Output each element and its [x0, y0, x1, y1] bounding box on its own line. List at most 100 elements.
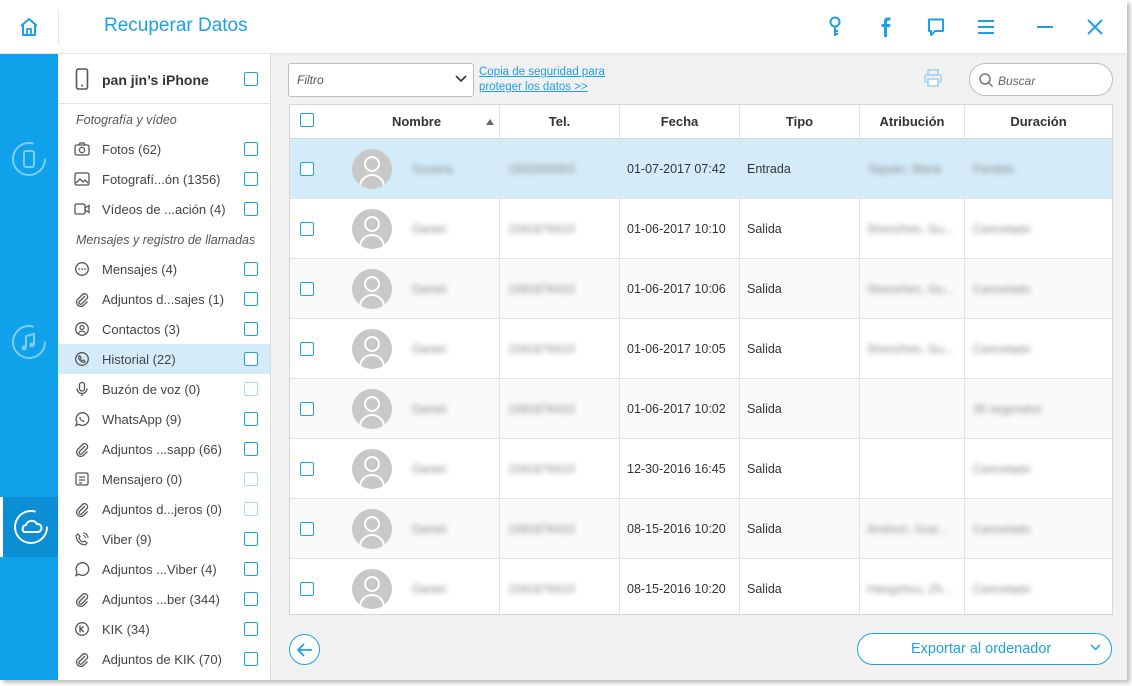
checkbox[interactable]: [244, 262, 258, 276]
column-header-type[interactable]: Tipo: [740, 105, 860, 139]
checkbox[interactable]: [244, 592, 258, 606]
sidebar-item-messenger[interactable]: Mensajero (0): [58, 464, 270, 494]
table-row[interactable]: Daniel 1581876410 01-06-2017 10:06 Salida Sh…: [290, 259, 1112, 319]
row-checkbox[interactable]: [300, 282, 314, 296]
feedback-button[interactable]: [921, 12, 951, 42]
table-row[interactable]: Daniel 1581876410 08-15-2016 10:20 Salida An…: [290, 499, 1112, 559]
sidebar-item-camera-roll[interactable]: Fotografí...ón (1356): [58, 164, 270, 194]
rail-recover-device[interactable]: [0, 129, 58, 189]
checkbox[interactable]: [244, 412, 258, 426]
table-row[interactable]: Daniel 1581876410 01-06-2017 10:02 Salida 30…: [290, 379, 1112, 439]
microphone-icon: [76, 381, 88, 396]
column-label: Atribución: [879, 114, 945, 129]
sidebar-item-photos[interactable]: Fotos (62): [58, 134, 270, 164]
sidebar-item-whatsapp[interactable]: WhatsApp (9): [58, 404, 270, 434]
row-checkbox[interactable]: [300, 462, 314, 476]
backup-link[interactable]: Copia de seguridad para proteger los dat…: [479, 65, 605, 95]
cloud-recover-icon: [13, 510, 48, 544]
facebook-button[interactable]: [870, 12, 900, 42]
sidebar-item-contacts[interactable]: Contactos (3): [58, 314, 270, 344]
checkbox[interactable]: [244, 652, 258, 666]
home-button[interactable]: [0, 0, 58, 54]
table-row[interactable]: Daniel 1581876410 01-06-2017 10:05 Salida Sh…: [290, 319, 1112, 379]
checkbox[interactable]: [244, 322, 258, 336]
checkbox[interactable]: [244, 502, 258, 516]
row-checkbox[interactable]: [300, 522, 314, 536]
menu-button[interactable]: [971, 12, 1001, 42]
row-checkbox[interactable]: [300, 222, 314, 236]
column-header-tel[interactable]: Tel.: [500, 105, 620, 139]
device-checkbox[interactable]: [244, 72, 258, 86]
checkbox[interactable]: [244, 442, 258, 456]
avatar: [352, 509, 392, 549]
row-checkbox[interactable]: [300, 342, 314, 356]
sidebar-item-messages[interactable]: Mensajes (4): [58, 254, 270, 284]
minimize-icon: [1037, 26, 1053, 28]
checkbox[interactable]: [244, 142, 258, 156]
sidebar-item-message-attachments[interactable]: Adjuntos d...sajes (1): [58, 284, 270, 314]
sidebar-item-kik-attachments[interactable]: Adjuntos de KIK (70): [58, 644, 270, 674]
chevron-down-icon: [455, 75, 467, 83]
export-to-computer-button[interactable]: Exportar al ordenador: [857, 633, 1112, 665]
back-button[interactable]: [289, 634, 320, 665]
avatar: [352, 389, 392, 429]
checkbox[interactable]: [244, 382, 258, 396]
column-header-duration[interactable]: Duración: [965, 105, 1112, 139]
search-input[interactable]: Buscar: [969, 63, 1113, 96]
sidebar-item-whatsapp-attachments[interactable]: Adjuntos ...sapp (66): [58, 434, 270, 464]
type-value: Salida: [747, 222, 782, 236]
title-divider: [58, 10, 59, 44]
section-title-messages: Mensajes y registro de llamadas: [76, 233, 256, 247]
sidebar-item-messenger-attachments[interactable]: Adjuntos d...jeros (0): [58, 494, 270, 524]
paperclip-icon: [75, 653, 89, 667]
table-row[interactable]: Susana 1932000003 01-07-2017 07:42 Entrada T…: [290, 139, 1112, 199]
sidebar-item-kik[interactable]: KIK (34): [58, 614, 270, 644]
table-row[interactable]: Daniel 1581876410 12-30-2016 16:45 Salida Ca…: [290, 439, 1112, 499]
sidebar-item-viber-attachments-2[interactable]: Adjuntos ...ber (344): [58, 584, 270, 614]
checkbox[interactable]: [244, 292, 258, 306]
phone-icon: [75, 352, 89, 366]
checkbox[interactable]: [244, 562, 258, 576]
row-checkbox[interactable]: [300, 402, 314, 416]
sidebar-item-viber[interactable]: Viber (9): [58, 524, 270, 554]
attr-cell: Shenzhen, Gu...: [860, 319, 965, 379]
whatsapp-icon: [74, 412, 90, 427]
row-checkbox[interactable]: [300, 162, 314, 176]
close-button[interactable]: [1080, 12, 1110, 42]
checkbox[interactable]: [244, 532, 258, 546]
checkbox[interactable]: [244, 472, 258, 486]
select-all-checkbox[interactable]: [300, 113, 314, 127]
checkbox[interactable]: [244, 172, 258, 186]
tel-cell: 1932000003: [500, 139, 620, 199]
rail-recover-itunes[interactable]: [0, 312, 58, 372]
table-row[interactable]: Daniel 1581876410 08-15-2016 10:20 Salida Ha…: [290, 559, 1112, 614]
column-header-name[interactable]: Nombre: [334, 105, 500, 139]
attr-cell: Hangzhou, Zh...: [860, 559, 965, 614]
table-row[interactable]: Daniel 1581876410 01-06-2017 10:10 Salida Sh…: [290, 199, 1112, 259]
checkbox[interactable]: [244, 352, 258, 366]
column-header-date[interactable]: Fecha: [620, 105, 740, 139]
avatar: [352, 329, 392, 369]
sidebar-item-app-videos[interactable]: Vídeos de ...ación (4): [58, 194, 270, 224]
key-button[interactable]: [820, 12, 850, 42]
sidebar-item-viber-attachments[interactable]: Adjuntos ...Viber (4): [58, 554, 270, 584]
column-header-attribution[interactable]: Atribución: [860, 105, 965, 139]
attr-cell: [860, 379, 965, 439]
name-cell: Daniel: [290, 199, 500, 259]
dur-cell: Cancelado: [965, 499, 1112, 559]
filter-select[interactable]: Filtro: [288, 63, 474, 97]
checkbox[interactable]: [244, 202, 258, 216]
avatar: [352, 449, 392, 489]
sidebar-item-voicemail[interactable]: Buzón de voz (0): [58, 374, 270, 404]
checkbox[interactable]: [244, 622, 258, 636]
dur-value: Cancelado: [973, 522, 1031, 536]
search-placeholder: Buscar: [998, 74, 1036, 88]
music-recover-icon: [12, 325, 46, 359]
minimize-button[interactable]: [1030, 12, 1060, 42]
column-label: Duración: [1010, 114, 1067, 129]
type-cell: Salida: [740, 439, 860, 499]
print-button[interactable]: [923, 68, 943, 93]
sidebar-item-call-history[interactable]: Historial (22): [58, 344, 270, 374]
row-checkbox[interactable]: [300, 582, 314, 596]
rail-recover-icloud[interactable]: [0, 497, 58, 557]
